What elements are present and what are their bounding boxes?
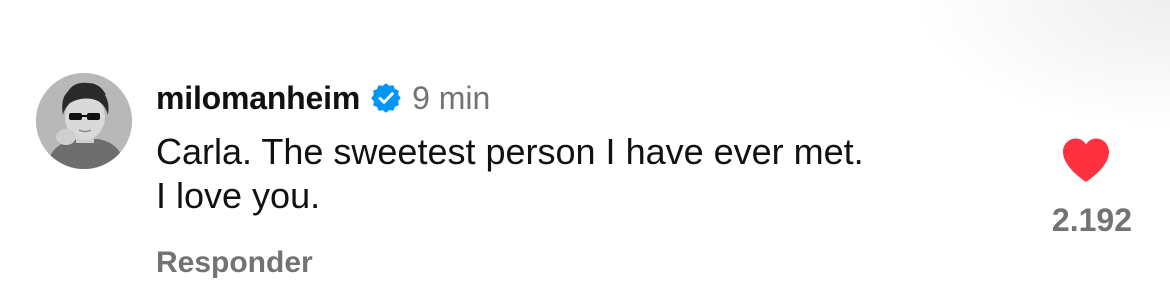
- comment-item: milomanheim 9 min Carla. The sweetest pe…: [0, 0, 1170, 308]
- heart-filled-icon: [1063, 138, 1109, 182]
- avatar[interactable]: [36, 73, 132, 169]
- comment-content: milomanheim 9 min Carla. The sweetest pe…: [156, 76, 1016, 218]
- like-button[interactable]: [1060, 136, 1112, 184]
- comment-header: milomanheim 9 min: [156, 76, 1016, 120]
- username[interactable]: milomanheim: [156, 80, 360, 117]
- avatar-image: [36, 73, 132, 169]
- like-count: 2.192: [1051, 202, 1132, 238]
- comment-text: Carla. The sweetest person I have ever m…: [156, 131, 864, 216]
- comment-timestamp: 9 min: [412, 79, 491, 116]
- reply-button[interactable]: Responder: [156, 246, 313, 280]
- verified-badge-icon: [370, 82, 402, 114]
